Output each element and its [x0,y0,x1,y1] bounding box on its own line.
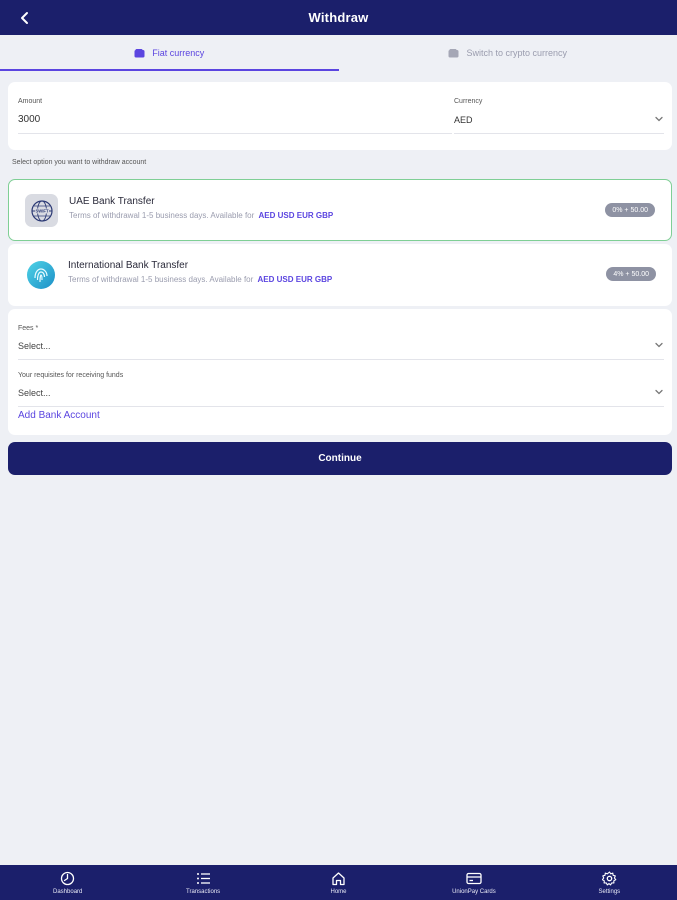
fees-select[interactable]: Select... [18,338,664,360]
requisites-select[interactable]: Select... [18,385,664,407]
nav-label: UnionPay Cards [452,889,496,895]
currency-tabs: Fiat currency Switch to crypto currency [0,35,677,71]
option-uae-bank-transfer[interactable]: SWIFT UAE Bank Transfer Terms of withdra… [8,179,672,241]
fee-badge: 4% + 50.00 [606,267,656,281]
chevron-down-icon [654,114,664,124]
amount-label: Amount [18,98,43,105]
currency-select[interactable]: AED [454,112,664,134]
nav-item-home[interactable]: Home [271,865,406,900]
bottom-nav: Dashboard Transactions Home UnionPay Car… [0,865,677,900]
section-caption: Select option you want to withdraw accou… [12,159,147,166]
nav-item-unionpay-cards[interactable]: UnionPay Cards [406,865,541,900]
option-currencies: AED USD EUR GBP [257,275,333,284]
nav-label: Transactions [186,889,221,895]
currency-value: AED [454,115,473,125]
dashboard-icon [60,870,75,887]
nav-label: Dashboard [53,889,83,895]
requisites-select-value: Select... [18,388,51,398]
wallet-icon [134,48,145,58]
nav-item-transactions[interactable]: Transactions [135,865,270,900]
chevron-left-icon [21,12,28,24]
nav-label: Settings [598,889,621,895]
amount-card: Amount 3000 Currency AED [8,82,672,150]
fingerprint-icon [24,258,57,291]
fees-card: Fees * Select... Your requisites for rec… [8,309,672,435]
option-title: UAE Bank Transfer [69,196,155,207]
card-icon [466,870,482,887]
svg-text:SWIFT: SWIFT [35,208,48,213]
option-terms-text: Terms of withdrawal 1-5 business days. A… [69,211,255,220]
wallet-icon [448,48,459,58]
option-title: International Bank Transfer [68,260,189,271]
back-button[interactable] [14,7,36,29]
option-currencies: AED USD EUR GBP [258,211,334,220]
currency-label: Currency [454,98,483,105]
swift-icon: SWIFT [25,194,58,227]
option-terms: Terms of withdrawal 1-5 business days. A… [69,211,333,220]
requisites-label: Your requisites for receiving funds [18,372,124,379]
option-terms: Terms of withdrawal 1-5 business days. A… [68,275,332,284]
option-international-bank-transfer[interactable]: International Bank Transfer Terms of wit… [8,244,672,306]
fee-badge: 0% + 50.00 [605,203,655,217]
fees-label: Fees * [18,325,39,332]
fees-select-value: Select... [18,341,51,351]
chevron-down-icon [654,340,664,350]
top-bar: Withdraw [0,0,677,35]
tab-label: Fiat currency [152,48,205,58]
option-terms-text: Terms of withdrawal 1-5 business days. A… [68,275,254,284]
tab-label: Switch to crypto currency [466,48,568,58]
tab-fiat-currency[interactable]: Fiat currency [0,35,339,71]
continue-button[interactable]: Continue [8,442,672,475]
tab-crypto-currency[interactable]: Switch to crypto currency [339,35,677,71]
list-icon [196,870,211,887]
page-title: Withdraw [308,10,369,25]
nav-item-dashboard[interactable]: Dashboard [0,865,135,900]
home-icon [331,870,346,887]
nav-item-settings[interactable]: Settings [542,865,677,900]
chevron-down-icon [654,387,664,397]
add-bank-account-link[interactable]: Add Bank Account [18,410,100,421]
nav-label: Home [330,889,347,895]
gear-icon [601,870,617,887]
amount-input[interactable]: 3000 [18,112,452,134]
